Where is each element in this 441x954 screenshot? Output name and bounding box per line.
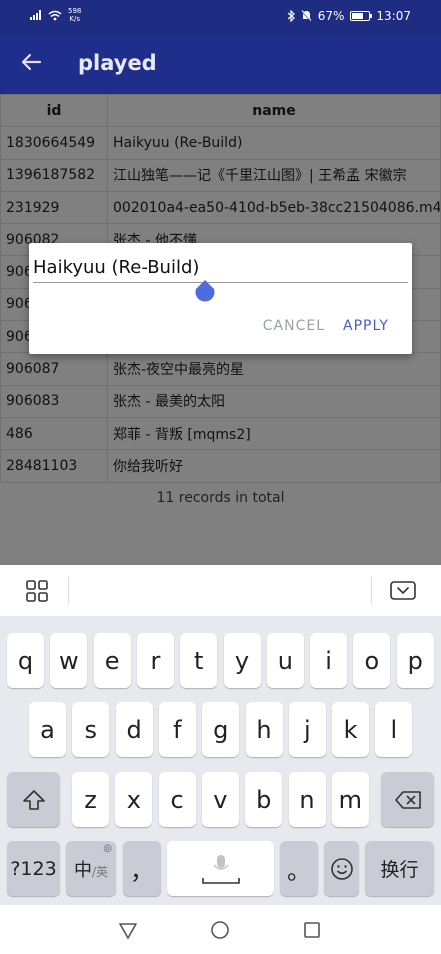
key-i[interactable]: i [310, 633, 348, 688]
globe-icon: ◎ [103, 843, 112, 854]
shift-key[interactable] [7, 772, 60, 827]
enter-key[interactable]: 换行 [365, 841, 434, 896]
text-cursor-handle-icon[interactable] [193, 279, 217, 307]
table-row[interactable]: 1396187582 江山独笔——记《千里江山图》| 王希孟 宋徽宗 [0, 158, 441, 192]
grid-menu-icon[interactable] [26, 580, 48, 602]
toolbar-divider [68, 577, 69, 604]
bluetooth-icon [287, 10, 295, 22]
wifi-icon [48, 10, 62, 20]
comma-key[interactable]: ， [123, 841, 161, 896]
emoji-icon [330, 857, 353, 880]
key-r[interactable]: r [136, 633, 174, 688]
key-q[interactable]: q [7, 633, 44, 688]
key-y[interactable]: y [223, 633, 261, 688]
shift-icon [22, 789, 45, 810]
key-s[interactable]: s [72, 702, 110, 757]
table-row[interactable]: 486 郑菲 - 背叛 [mqms2] [0, 416, 441, 451]
key-t[interactable]: t [180, 633, 218, 688]
signal-icon [30, 10, 42, 20]
table-row[interactable]: 906083 张杰 - 最美的太阳 [0, 384, 441, 418]
language-key-main: 中 [73, 859, 92, 881]
toolbar-divider [371, 577, 372, 604]
mute-icon [301, 10, 312, 22]
key-u[interactable]: u [266, 633, 304, 688]
language-key-sub: /英 [91, 865, 109, 879]
cell-id: 906083 [0, 384, 108, 418]
key-c[interactable]: c [158, 772, 196, 827]
key-l[interactable]: l [375, 702, 413, 757]
cell-name: 你给我听好 [107, 449, 441, 483]
microphone-icon [201, 854, 240, 884]
key-w[interactable]: w [50, 633, 88, 688]
apply-button[interactable]: APPLY [343, 318, 389, 334]
cancel-button[interactable]: CANCEL [263, 318, 325, 334]
key-f[interactable]: f [158, 702, 196, 757]
column-header-name: name [107, 93, 441, 128]
column-header-id: id [0, 93, 108, 128]
key-o[interactable]: o [353, 633, 391, 688]
key-n[interactable]: n [288, 772, 326, 827]
key-z[interactable]: z [72, 772, 109, 827]
battery-percent: 67% [317, 9, 345, 23]
cell-id: 231929 [0, 190, 108, 225]
cell-id: 486 [0, 416, 108, 451]
keyboard-collapse-icon[interactable] [390, 580, 416, 602]
numbers-key[interactable]: ?123 [7, 841, 60, 896]
key-e[interactable]: e [93, 633, 131, 688]
network-speed: 598 K/s [68, 7, 82, 23]
cell-name: Haikyuu (Re-Build) [107, 126, 441, 160]
key-j[interactable]: j [288, 702, 326, 757]
table-row[interactable]: 28481103 你给我听好 [0, 449, 441, 483]
records-count: 11 records in total [156, 490, 285, 506]
cell-id: 906087 [0, 352, 108, 386]
language-switch-key[interactable]: 中/英 ◎ [66, 841, 116, 896]
back-triangle-icon[interactable] [117, 919, 139, 941]
table-row[interactable]: 231929 002010a4-ea50-410d-b5eb-38cc215040… [0, 190, 441, 225]
key-h[interactable]: h [245, 702, 283, 757]
cell-id: 1396187582 [0, 158, 108, 192]
backspace-key[interactable] [381, 772, 434, 827]
app-bar: played [0, 33, 441, 94]
key-x[interactable]: x [115, 772, 153, 827]
cell-id: 28481103 [0, 449, 108, 483]
recents-square-icon[interactable] [301, 919, 323, 941]
cell-name: 郑菲 - 背叛 [mqms2] [107, 416, 441, 451]
key-m[interactable]: m [331, 772, 369, 827]
edit-field-underline [33, 282, 408, 283]
period-key[interactable]: 。 [280, 841, 318, 896]
backspace-icon [394, 790, 421, 809]
key-g[interactable]: g [202, 702, 240, 757]
keyboard-toolbar [0, 565, 441, 616]
clock: 13:07 [376, 9, 411, 23]
cell-id: 1830664549 [0, 126, 108, 160]
key-p[interactable]: p [396, 633, 434, 688]
name-edit-field[interactable]: Haikyuu (Re-Build) [33, 257, 199, 278]
cell-name: 江山独笔——记《千里江山图》| 王希孟 宋徽宗 [107, 158, 441, 192]
page-title: played [78, 51, 157, 75]
back-arrow-icon[interactable] [18, 49, 44, 75]
cell-name: 张杰-夜空中最亮的星 [107, 352, 441, 386]
key-b[interactable]: b [245, 772, 283, 827]
status-bar: 598 K/s 67% 13:07 [0, 0, 441, 33]
soft-keyboard: ?123 中/英 ◎ ， 。 换行 qwertyuiop asdfghjkl zxc… [0, 616, 441, 905]
cell-name: 张杰 - 最美的太阳 [107, 384, 441, 418]
edit-dialog: Haikyuu (Re-Build) CANCEL APPLY [29, 243, 412, 354]
emoji-key[interactable] [324, 841, 359, 896]
key-v[interactable]: v [201, 772, 239, 827]
table-header-row: id name [0, 93, 441, 128]
table-row[interactable]: 1830664549 Haikyuu (Re-Build) [0, 126, 441, 160]
key-k[interactable]: k [332, 702, 370, 757]
cell-name: 002010a4-ea50-410d-b5eb-38cc21504086.m4a [107, 190, 441, 225]
system-nav-bar [0, 905, 441, 954]
key-d[interactable]: d [115, 702, 153, 757]
home-circle-icon[interactable] [209, 919, 231, 941]
space-key[interactable] [167, 841, 274, 896]
table-row[interactable]: 906087 张杰-夜空中最亮的星 [0, 352, 441, 386]
battery-icon [350, 11, 373, 21]
key-a[interactable]: a [29, 702, 66, 757]
